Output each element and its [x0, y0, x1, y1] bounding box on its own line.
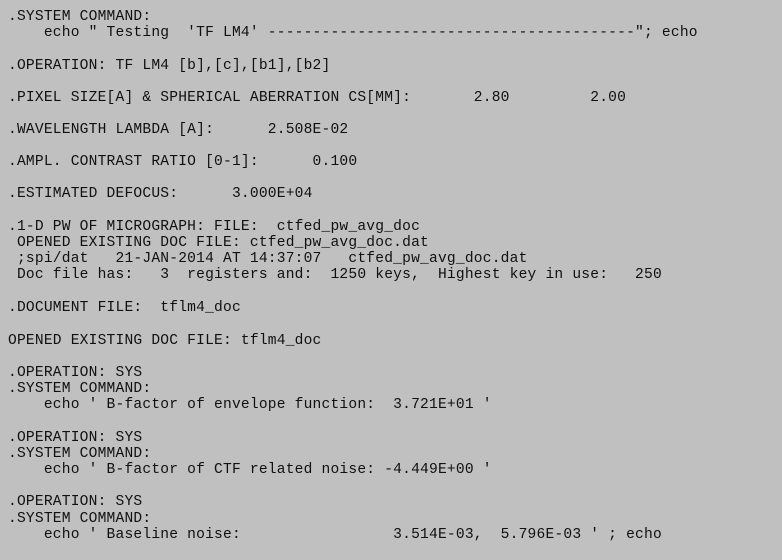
terminal-output[interactable]: .SYSTEM COMMAND: echo " Testing 'TF LM4'… [0, 0, 782, 560]
terminal-line: .OPERATION: TF LM4 [b],[c],[b1],[b2] [8, 58, 331, 74]
terminal-line: .WAVELENGTH LAMBDA [A]: 2.508E-02 [8, 122, 349, 138]
terminal-line: echo ' Baseline noise: 3.514E-03, 5.796E… [8, 527, 662, 543]
terminal-line: .SYSTEM COMMAND: [8, 381, 152, 397]
terminal-line: OPENED EXISTING DOC FILE: ctfed_pw_avg_d… [8, 235, 430, 251]
terminal-line: ;spi/dat 21-JAN-2014 AT 14:37:07 ctfed_p… [8, 251, 528, 267]
terminal-line: .OPERATION: SYS [8, 365, 143, 381]
terminal-line: .SYSTEM COMMAND: [8, 9, 152, 25]
terminal-line: echo ' B-factor of CTF related noise: -4… [8, 462, 492, 478]
terminal-line: .SYSTEM COMMAND: [8, 511, 152, 527]
terminal-line: .1-D PW OF MICROGRAPH: FILE: ctfed_pw_av… [8, 219, 421, 235]
terminal-line: echo " Testing 'TF LM4' ----------------… [8, 25, 698, 41]
terminal-line: Doc file has: 3 registers and: 1250 keys… [8, 267, 662, 283]
terminal-line: .OPERATION: SYS [8, 430, 143, 446]
terminal-line: .PIXEL SIZE[A] & SPHERICAL ABERRATION CS… [8, 90, 627, 106]
terminal-line: .OPERATION: SYS [8, 494, 143, 510]
terminal-line: .AMPL. CONTRAST RATIO [0-1]: 0.100 [8, 154, 358, 170]
terminal-line: .ESTIMATED DEFOCUS: 3.000E+04 [8, 186, 313, 202]
terminal-line: .DOCUMENT FILE: tflm4_doc [8, 300, 241, 316]
terminal-line: echo ' B-factor of envelope function: 3.… [8, 397, 492, 413]
terminal-line: .SYSTEM COMMAND: [8, 446, 152, 462]
terminal-line: OPENED EXISTING DOC FILE: tflm4_doc [8, 333, 322, 349]
